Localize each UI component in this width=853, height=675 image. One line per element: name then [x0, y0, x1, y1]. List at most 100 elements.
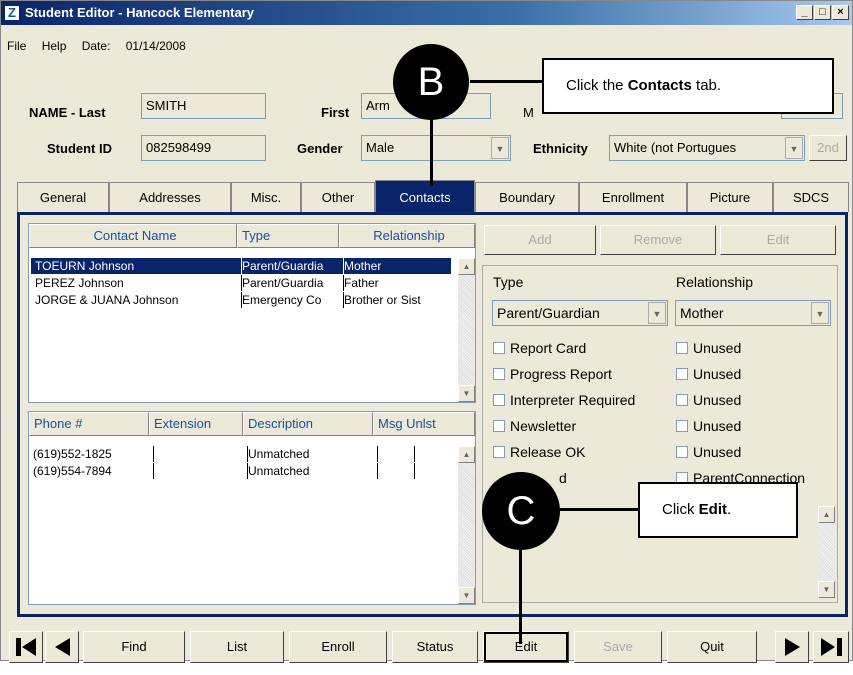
unused-checkbox[interactable]: Unused — [676, 340, 741, 356]
chevron-down-icon[interactable]: ▼ — [811, 302, 829, 324]
close-button[interactable]: × — [832, 5, 849, 20]
callout-b-text: Click the — [566, 77, 628, 94]
unused-checkbox[interactable]: Unused — [676, 444, 741, 460]
edit-button[interactable]: Edit — [483, 631, 569, 663]
callout-b-bold: Contacts — [627, 77, 692, 94]
scroll-up-icon[interactable]: ▲ — [458, 258, 475, 275]
callout-b-box: Click the Contacts tab. — [542, 58, 834, 114]
chevron-down-icon[interactable]: ▼ — [648, 302, 666, 324]
find-button[interactable]: Find — [83, 631, 185, 663]
checkbox-icon[interactable] — [676, 342, 688, 354]
newsletter-checkbox[interactable]: Newsletter — [493, 418, 576, 434]
contacts-list[interactable]: Contact Name Type Relationship TOEURN Jo… — [28, 223, 476, 403]
column-header-relationship[interactable]: Relationship — [339, 224, 475, 248]
next-record-icon — [785, 638, 800, 656]
contact-row[interactable]: TOEURN Johnson Parent/Guardia Mother — [31, 258, 451, 274]
scroll-up-icon[interactable]: ▲ — [458, 446, 475, 463]
phone-row[interactable]: (619)554-7894 Unmatched — [31, 463, 451, 479]
column-header-type[interactable]: Type — [237, 224, 339, 248]
unused-checkbox[interactable]: Unused — [676, 392, 741, 408]
date-label-text: Date: — [81, 39, 111, 53]
save-button[interactable]: Save — [574, 631, 662, 663]
edit-contact-button[interactable]: Edit — [720, 225, 836, 255]
last-name-field[interactable]: SMITH — [141, 93, 266, 119]
add-contact-button[interactable]: Add — [484, 225, 596, 255]
chevron-down-icon[interactable]: ▼ — [491, 137, 509, 159]
contacts-scrollbar[interactable]: ▲ ▼ — [458, 258, 475, 402]
unused-checkbox[interactable]: Unused — [676, 366, 741, 382]
checkbox-icon[interactable] — [493, 420, 505, 432]
gender-select[interactable]: Male ▼ — [361, 135, 511, 161]
relationship-label: Relationship — [676, 274, 754, 290]
relationship-select[interactable]: Mother ▼ — [675, 300, 831, 326]
checkbox-icon[interactable] — [676, 394, 688, 406]
callout-b-pointer — [430, 114, 433, 186]
phones-list[interactable]: Phone # Extension Description Msg Unlst … — [28, 411, 476, 605]
last-record-button[interactable] — [813, 631, 849, 663]
maximize-button[interactable]: □ — [814, 5, 831, 20]
chevron-down-icon[interactable]: ▼ — [785, 137, 803, 159]
minimize-button[interactable]: _ — [796, 5, 813, 20]
checkbox-icon[interactable] — [676, 368, 688, 380]
student-id-label: Student ID — [47, 141, 112, 156]
phone-row[interactable]: (619)552-1825 Unmatched — [31, 446, 451, 462]
contact-row[interactable]: PEREZ Johnson Parent/Guardia Father — [31, 275, 451, 291]
remove-contact-button[interactable]: Remove — [600, 225, 716, 255]
type-label: Type — [493, 274, 524, 290]
interpreter-required-checkbox[interactable]: Interpreter Required — [493, 392, 635, 408]
column-header-extension[interactable]: Extension — [149, 412, 243, 436]
enroll-button[interactable]: Enroll — [289, 631, 387, 663]
progress-report-checkbox[interactable]: Progress Report — [493, 366, 612, 382]
tab-boundary[interactable]: Boundary — [475, 182, 579, 212]
column-header-phone[interactable]: Phone # — [29, 412, 149, 436]
tab-addresses[interactable]: Addresses — [109, 182, 231, 212]
checkbox-icon[interactable] — [493, 368, 505, 380]
report-card-checkbox[interactable]: Report Card — [493, 340, 586, 356]
contacts-panel: Contact Name Type Relationship TOEURN Jo… — [17, 212, 848, 617]
checkbox-icon[interactable] — [493, 394, 505, 406]
ethnicity-select[interactable]: White (not Portugues ▼ — [609, 135, 805, 161]
checkbox-icon[interactable] — [493, 446, 505, 458]
status-button[interactable]: Status — [392, 631, 478, 663]
second-ethnicity-button[interactable]: 2nd — [809, 135, 847, 161]
unused-checkbox[interactable]: Unused — [676, 418, 741, 434]
list-button[interactable]: List — [190, 631, 284, 663]
tab-contacts[interactable]: Contacts — [375, 180, 475, 212]
tab-enrollment[interactable]: Enrollment — [579, 182, 687, 212]
scroll-down-icon[interactable]: ▼ — [818, 581, 835, 598]
next-record-button[interactable] — [775, 631, 809, 663]
student-id-field[interactable]: 082598499 — [141, 135, 266, 161]
first-name-label: First — [321, 105, 350, 120]
contact-row[interactable]: JORGE & JUANA Johnson Emergency Co Broth… — [31, 292, 451, 308]
tab-other[interactable]: Other — [301, 182, 375, 212]
gender-label: Gender — [297, 141, 343, 156]
date-value: 01/14/2008 — [125, 39, 186, 53]
release-ok-label: Release OK — [510, 444, 586, 460]
contact-type: Parent/Guardia — [241, 275, 341, 291]
tab-sdcs[interactable]: SDCS — [773, 182, 849, 212]
contact-type-select[interactable]: Parent/Guardian ▼ — [492, 300, 668, 326]
column-header-msg-unlst[interactable]: Msg Unlst — [373, 412, 475, 436]
previous-record-button[interactable] — [45, 631, 79, 663]
contact-type: Parent/Guardia — [241, 258, 341, 274]
checkbox-icon[interactable] — [676, 420, 688, 432]
scroll-down-icon[interactable]: ▼ — [458, 587, 475, 604]
tab-misc[interactable]: Misc. — [231, 182, 301, 212]
phones-scrollbar[interactable]: ▲ ▼ — [458, 446, 475, 604]
release-ok-checkbox[interactable]: Release OK — [493, 444, 585, 460]
checkbox-icon[interactable] — [676, 446, 688, 458]
menu-file[interactable]: File — [7, 39, 26, 53]
menu-help[interactable]: Help — [42, 39, 67, 53]
callout-b-connector — [470, 80, 542, 83]
scroll-down-icon[interactable]: ▼ — [458, 385, 475, 402]
tab-picture[interactable]: Picture — [687, 182, 773, 212]
checkbox-icon[interactable] — [493, 342, 505, 354]
first-record-button[interactable] — [9, 631, 43, 663]
quit-button[interactable]: Quit — [667, 631, 757, 663]
title-bar: Student Editor - Hancock Elementary _ □ … — [1, 1, 852, 25]
tab-general[interactable]: General — [17, 182, 109, 212]
column-header-contact-name[interactable]: Contact Name — [29, 224, 237, 248]
column-header-description[interactable]: Description — [243, 412, 373, 436]
scroll-up-icon[interactable]: ▲ — [818, 506, 835, 523]
notes-scrollbar[interactable]: ▲ ▼ — [818, 506, 835, 598]
